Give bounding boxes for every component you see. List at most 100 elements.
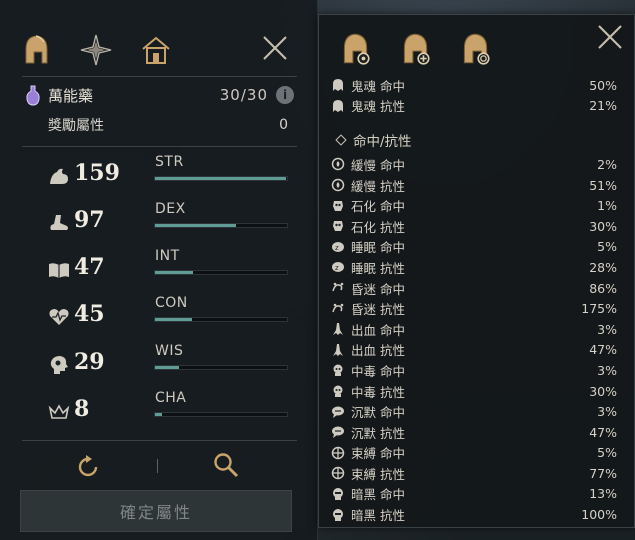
bonus-label: 獎勵屬性 (48, 118, 104, 134)
stone-icon (333, 200, 343, 211)
svg-text:z: z (335, 264, 339, 272)
stat-value: 47 (74, 254, 105, 280)
dark-icon (333, 487, 343, 500)
resist-label: 中毒 抗性 (351, 384, 405, 400)
resist-row: 中毒 命中 3% (331, 360, 617, 381)
divider (22, 146, 297, 147)
magnifier-icon (214, 453, 239, 478)
close-stats-button[interactable] (261, 34, 289, 62)
resist-value: 5% (597, 239, 617, 255)
resist-value: 2% (597, 156, 617, 172)
resist-label: 鬼魂 命中 (351, 78, 405, 94)
bind-icon (331, 446, 345, 460)
resist-label: 暗黑 抗性 (351, 508, 405, 524)
resist-row: 沉默 命中 3% (331, 401, 617, 422)
resist-row: 石化 命中 1% (331, 195, 617, 216)
resist-value: 3% (597, 321, 617, 337)
divider (22, 76, 297, 77)
resist-value: 47% (589, 424, 617, 440)
info-icon[interactable]: i (276, 86, 294, 104)
crown-icon (48, 404, 70, 419)
resist-value: 1% (597, 198, 617, 214)
helmet-gear-tab-icon[interactable] (337, 31, 373, 67)
resist-label: 沉默 命中 (351, 405, 405, 421)
stat-name: CON (155, 295, 188, 311)
stat-name: INT (155, 248, 180, 264)
resist-row: 中毒 抗性 30% (331, 381, 617, 402)
reset-button[interactable] (74, 453, 102, 481)
resist-value: 175% (581, 301, 617, 317)
stat-bar-fill (155, 366, 179, 369)
resist-value: 5% (597, 445, 617, 461)
resist-value: 51% (589, 177, 617, 193)
resist-label: 中毒 命中 (351, 363, 405, 379)
resist-label: 睡眠 抗性 (351, 260, 405, 276)
refresh-icon (78, 455, 98, 477)
resist-label: 昏迷 抗性 (351, 302, 405, 318)
resist-label: 出血 抗性 (351, 343, 405, 359)
stat-row-wis: 29 WIS (48, 343, 293, 389)
inspect-button[interactable] (212, 451, 240, 479)
resist-row: 鬼魂 命中 50% (331, 75, 617, 96)
heart-icon (49, 309, 69, 325)
compass-star-tab-icon[interactable] (78, 32, 114, 68)
resist-row: z 睡眠 命中 5% (331, 237, 617, 258)
resist-row: 沉默 抗性 47% (331, 422, 617, 443)
stat-bar-fill (155, 318, 192, 321)
resist-value: 77% (589, 465, 617, 481)
stat-bar (154, 412, 288, 417)
resistance-list: 鬼魂 命中 50% 鬼魂 抗性 21% 命中/抗性 緩慢 命中 2% 緩慢 抗性 51… (331, 75, 617, 525)
stat-row-cha: 8 CHA (48, 390, 293, 436)
resist-label: 睡眠 命中 (351, 240, 405, 256)
resist-row: 緩慢 命中 2% (331, 154, 617, 175)
poison-icon (333, 385, 343, 398)
slow-icon (331, 178, 345, 192)
sleep-icon: z (332, 262, 344, 273)
ghost-icon (333, 99, 343, 112)
potion-icon (26, 85, 40, 106)
resist-row: 暗黑 抗性 100% (331, 504, 617, 525)
arm-icon (50, 168, 68, 184)
resist-value: 50% (589, 77, 617, 93)
resist-value: 86% (589, 280, 617, 296)
resist-label: 緩慢 命中 (351, 157, 405, 173)
resist-label: 暗黑 命中 (351, 487, 405, 503)
confirm-stats-button[interactable]: 確定屬性 (20, 490, 292, 532)
dark-icon (333, 508, 343, 521)
close-resistance-button[interactable] (596, 23, 624, 51)
stat-bar (154, 270, 288, 275)
svg-text:z: z (335, 244, 339, 252)
resist-value: 30% (589, 218, 617, 234)
silence-icon (332, 426, 344, 439)
resist-row: 石化 抗性 30% (331, 216, 617, 237)
stat-row-str: 159 STR (48, 154, 293, 200)
item-count: 30/30 (219, 86, 268, 104)
helmet-plus-tab-icon[interactable] (397, 31, 433, 67)
resist-row: 昏迷 抗性 175% (331, 298, 617, 319)
stat-name: DEX (155, 201, 186, 217)
helmet-target-tab-icon[interactable] (457, 31, 493, 67)
resist-row: 束縛 命中 5% (331, 443, 617, 464)
resist-row: 束縛 抗性 77% (331, 463, 617, 484)
stat-row-int: 47 INT (48, 248, 293, 294)
helmet-tab-icon[interactable] (18, 32, 54, 68)
resist-value: 30% (589, 383, 617, 399)
resist-label: 石化 命中 (351, 199, 405, 215)
stat-value: 45 (74, 301, 105, 327)
stat-bar (154, 317, 288, 322)
stat-bar (154, 223, 288, 228)
resistance-tab-bar (337, 31, 517, 71)
resist-value: 3% (597, 404, 617, 420)
stat-bar-fill (155, 271, 194, 274)
stat-bar-fill (155, 224, 236, 227)
section-title: 命中/抗性 (353, 134, 412, 151)
divider (157, 459, 158, 473)
stat-value: 29 (74, 349, 105, 375)
house-tab-icon[interactable] (138, 32, 174, 68)
boot-icon (50, 215, 68, 230)
stat-actions (22, 440, 297, 486)
resist-row: 暗黑 命中 13% (331, 484, 617, 505)
stat-bar-fill (155, 177, 286, 180)
resist-row: 緩慢 抗性 51% (331, 175, 617, 196)
bleed-icon (333, 323, 343, 336)
